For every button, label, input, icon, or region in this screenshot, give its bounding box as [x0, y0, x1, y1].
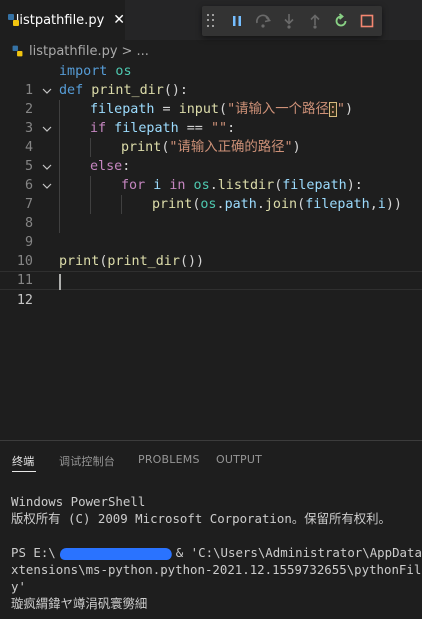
prompt-prefix: PS E:\	[11, 545, 56, 560]
terminal-line: PS E:\ & 'C:\Users\Administrator\AppData\…	[11, 544, 422, 561]
token: ""	[210, 121, 228, 136]
token: ==	[178, 121, 211, 136]
code-line: 6 else:	[0, 157, 422, 193]
code-line: 9	[0, 214, 422, 250]
token: ():	[163, 83, 188, 98]
token: print	[59, 254, 100, 269]
breadcrumb: listpathfile.py > ...	[0, 40, 422, 62]
terminal-line: 璇疯緭鍏ヤ竴涓矾寰勶細	[11, 596, 148, 611]
token: input	[178, 102, 219, 117]
current-line: 12	[0, 271, 422, 308]
token: filepath	[282, 178, 347, 193]
token: (	[219, 102, 228, 117]
token: .	[256, 197, 265, 212]
code-line: 2 def print_dir():	[0, 81, 422, 117]
token: "	[336, 102, 345, 117]
token: ):	[346, 178, 363, 193]
step-into-icon[interactable]	[276, 10, 302, 32]
command-text: & 'C:\Users\Administrator\AppData\L	[175, 545, 422, 560]
terminal-line: xtensions\ms-python.python-2021.12.15597…	[11, 562, 422, 577]
redaction-mark	[58, 547, 174, 560]
pause-icon[interactable]	[224, 10, 250, 32]
fold-chevron-icon[interactable]	[41, 157, 53, 176]
drag-handle-icon[interactable]	[207, 14, 215, 28]
active-tab-indicator	[12, 471, 36, 472]
code-line: 3 filepath = input("请输入一个路径:")	[0, 100, 422, 136]
step-over-icon[interactable]	[250, 10, 276, 32]
token: def	[59, 83, 84, 98]
code-line: 10	[0, 233, 422, 269]
bottom-panel: 终端 调试控制台 PROBLEMS OUTPUT Windows PowerSh…	[0, 440, 422, 619]
token: .	[216, 197, 225, 212]
python-file-icon	[12, 45, 23, 57]
token: filepath	[106, 121, 179, 136]
token: in	[161, 178, 186, 193]
token: ())	[179, 254, 205, 269]
breadcrumb-ellipsis[interactable]: ...	[136, 44, 148, 59]
token: os	[200, 197, 217, 212]
panel-tabs: 终端 调试控制台 PROBLEMS OUTPUT	[0, 441, 422, 476]
token: filepath	[90, 102, 155, 117]
token: "请输入正确的路径"	[169, 140, 293, 155]
fold-chevron-icon[interactable]	[41, 81, 53, 100]
token: print_dir	[83, 83, 164, 98]
highlighted-char: :	[328, 102, 337, 117]
terminal-line: Windows PowerShell	[11, 494, 146, 509]
terminal[interactable]: Windows PowerShell 版权所有 (C) 2009 Microso…	[11, 493, 422, 612]
step-out-icon[interactable]	[302, 10, 328, 32]
token: for	[121, 178, 146, 193]
tab-terminal[interactable]: 终端	[12, 453, 34, 469]
token: print	[121, 140, 162, 155]
token: (	[297, 197, 306, 212]
debug-toolbar	[202, 6, 382, 36]
close-icon[interactable]: ✕	[113, 13, 125, 27]
token: filepath	[305, 197, 370, 212]
stop-icon[interactable]	[354, 10, 380, 32]
token: ))	[385, 197, 402, 212]
token: os	[185, 178, 210, 193]
code-line: 11 print(print_dir())	[0, 252, 422, 288]
token: ,	[369, 197, 378, 212]
token: os	[107, 64, 132, 79]
token: import	[59, 64, 108, 79]
token: if	[90, 121, 107, 136]
token: =	[154, 102, 179, 117]
python-file-icon	[8, 14, 19, 26]
token: else	[90, 159, 123, 174]
code-editor[interactable]: 1 import os 2 def print_dir(): 3 filepat…	[0, 62, 422, 440]
tab-label: listpathfile.py	[15, 12, 105, 28]
tab-output[interactable]: OUTPUT	[216, 453, 262, 466]
token: path	[224, 197, 257, 212]
line-number: 12	[16, 293, 33, 308]
tab-debug-console[interactable]: 调试控制台	[59, 453, 115, 469]
token: .	[209, 178, 218, 193]
token: i	[145, 178, 162, 193]
token: i	[377, 197, 386, 212]
terminal-line: 版权所有 (C) 2009 Microsoft Corporation。保留所有…	[11, 511, 391, 526]
token: print	[152, 197, 193, 212]
token: )	[292, 140, 301, 155]
code-line: 5 print("请输入正确的路径")	[0, 138, 422, 174]
token: join	[264, 197, 298, 212]
token: listdir	[217, 178, 275, 193]
token: :	[122, 159, 131, 174]
token: print_dir	[107, 254, 180, 269]
token: :	[227, 121, 236, 136]
code-line: 8 print(os.path.join(filepath,i))	[0, 195, 422, 231]
code-line: 4 if filepath == "":	[0, 119, 422, 155]
editor-tab[interactable]: listpathfile.py ✕	[0, 0, 125, 40]
breadcrumb-separator: >	[121, 43, 133, 59]
code-line: 7 for i in os.listdir(filepath):	[0, 176, 422, 212]
restart-icon[interactable]	[328, 10, 354, 32]
token: "请输入一个路径	[227, 102, 329, 117]
tab-problems[interactable]: PROBLEMS	[138, 453, 200, 466]
breadcrumb-file[interactable]: listpathfile.py	[29, 44, 118, 59]
text-cursor	[59, 274, 61, 290]
token: )	[344, 102, 354, 117]
code-line: 1 import os	[0, 62, 422, 98]
fold-chevron-icon[interactable]	[41, 119, 53, 138]
fold-chevron-icon[interactable]	[41, 176, 53, 195]
terminal-line: y'	[11, 579, 26, 594]
